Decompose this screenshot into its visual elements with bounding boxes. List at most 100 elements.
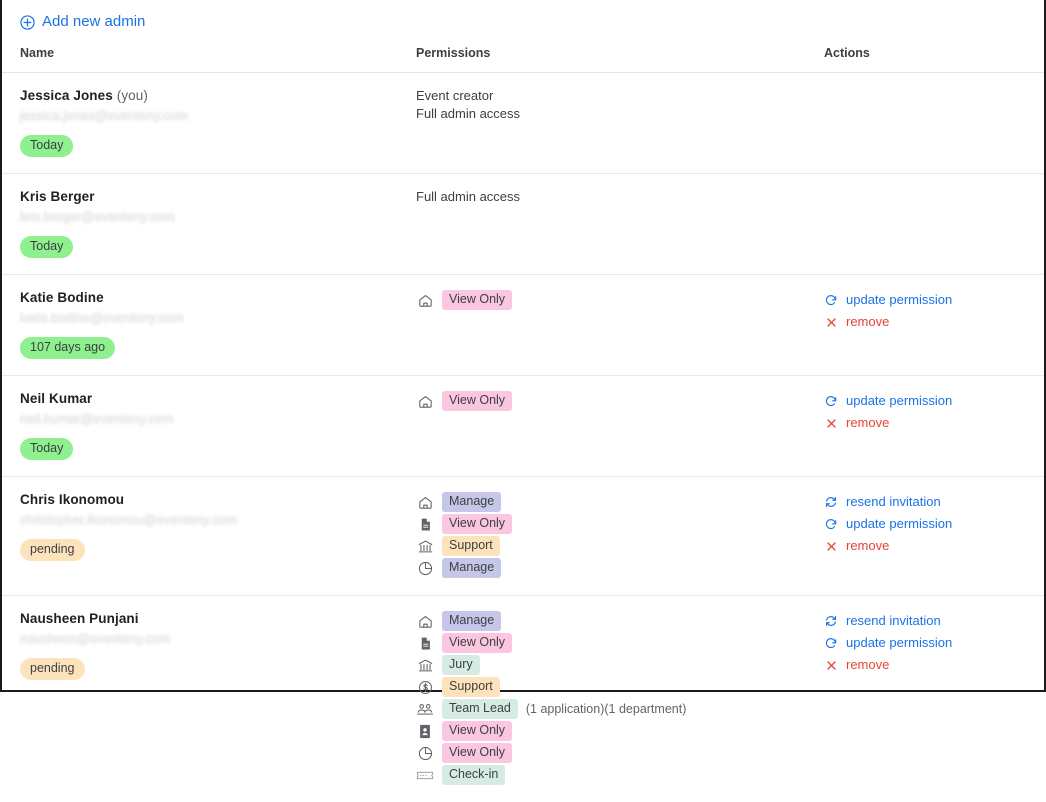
- close-x-icon: [824, 539, 838, 553]
- person-email: christopher.ikonomou@eventeny.com: [20, 510, 409, 530]
- permission-list: ManageView OnlySupportManage: [416, 491, 818, 579]
- add-new-admin-label: Add new admin: [42, 12, 145, 32]
- cell-actions: resend invitationupdate permission remove: [819, 596, 1044, 802]
- table-header: Name Permissions Actions: [2, 46, 1044, 73]
- person-name-text: Kris Berger: [20, 189, 95, 204]
- permission-badge: Manage: [442, 492, 501, 512]
- permission-text: Full admin access: [416, 188, 818, 206]
- update-permission-action[interactable]: update permission: [824, 513, 1043, 535]
- permission-item: Jury: [416, 654, 818, 676]
- permission-item: Manage: [416, 491, 818, 513]
- update-permission-action[interactable]: update permission: [824, 632, 1043, 654]
- person-email: neil.kumar@eventeny.com: [20, 409, 409, 429]
- permission-badge: View Only: [442, 743, 512, 763]
- person-name: Neil Kumar: [20, 390, 409, 408]
- update-permission-action[interactable]: update permission: [824, 390, 1043, 412]
- permission-item: View Only: [416, 289, 818, 311]
- cell-permissions: Full admin access: [410, 174, 819, 275]
- status-badge: Today: [20, 236, 73, 258]
- permission-badge: Manage: [442, 558, 501, 578]
- person-name-text: Chris Ikonomou: [20, 492, 124, 507]
- cell-name: Chris Ikonomou christopher.ikonomou@event…: [2, 477, 410, 596]
- permission-item: Manage: [416, 610, 818, 632]
- table-body: Jessica Jones (you)jessica.jones@eventen…: [2, 73, 1044, 802]
- status-badge: 107 days ago: [20, 337, 115, 359]
- person-name-suffix: (you): [113, 88, 148, 103]
- status-badge: pending: [20, 658, 85, 680]
- sync-icon: [824, 495, 838, 509]
- refresh-icon: [824, 636, 838, 650]
- action-label: resend invitation: [846, 494, 941, 510]
- permission-note: (1 application)(1 department): [526, 702, 687, 716]
- person-email: nausheen@eventeny.com: [20, 629, 409, 649]
- permission-item: View Only: [416, 632, 818, 654]
- permission-badge: View Only: [442, 721, 512, 741]
- column-header-actions: Actions: [819, 46, 1044, 73]
- permission-item: View Only: [416, 742, 818, 764]
- action-list: update permission remove: [824, 289, 1043, 333]
- permission-item: View Only: [416, 513, 818, 535]
- permission-badge: View Only: [442, 633, 512, 653]
- resend-invitation-action[interactable]: resend invitation: [824, 610, 1043, 632]
- pie-chart-icon: [416, 744, 434, 762]
- permission-item: Support: [416, 535, 818, 557]
- sync-icon: [824, 614, 838, 628]
- table-row: Kris Bergerkris.berger@eventeny.comToday…: [2, 174, 1044, 275]
- update-permission-action[interactable]: update permission: [824, 289, 1043, 311]
- cell-name: Neil Kumarneil.kumar@eventeny.comToday: [2, 376, 410, 477]
- cell-actions: [819, 73, 1044, 174]
- refresh-icon: [824, 517, 838, 531]
- cell-actions: update permission remove: [819, 275, 1044, 376]
- people-icon: [416, 700, 434, 718]
- person-name: Katie Bodine: [20, 289, 409, 307]
- permission-list: ManageView OnlyJurySupportTeam Lead(1 ap…: [416, 610, 818, 786]
- permission-text: Event creator: [416, 87, 818, 105]
- permission-item: Check-in: [416, 764, 818, 786]
- resend-invitation-action[interactable]: resend invitation: [824, 491, 1043, 513]
- add-new-admin-button[interactable]: Add new admin: [18, 10, 147, 34]
- action-label: update permission: [846, 292, 952, 308]
- remove-action[interactable]: remove: [824, 535, 1043, 557]
- cell-permissions: View Only: [410, 275, 819, 376]
- permission-item: Manage: [416, 557, 818, 579]
- permission-badge: Manage: [442, 611, 501, 631]
- home-icon: [416, 392, 434, 410]
- permission-badge: View Only: [442, 290, 512, 310]
- permission-badge: Support: [442, 677, 500, 697]
- bank-icon: [416, 537, 434, 555]
- bank-icon: [416, 656, 434, 674]
- action-list: update permissionremove: [824, 390, 1043, 434]
- remove-action[interactable]: remove: [824, 412, 1043, 434]
- permission-badge: View Only: [442, 514, 512, 534]
- table-row: Katie Bodinekatie.bodine@eventeny.com107…: [2, 275, 1044, 376]
- cell-name: Nausheen Punjaninausheen@eventeny.compen…: [2, 596, 410, 802]
- cell-name: Katie Bodinekatie.bodine@eventeny.com107…: [2, 275, 410, 376]
- ticket-icon: [416, 766, 434, 784]
- cell-permissions: View Only: [410, 376, 819, 477]
- refresh-icon: [824, 394, 838, 408]
- close-x-icon: [824, 416, 838, 430]
- person-email: jessica.jones@eventeny.com: [20, 106, 409, 126]
- status-badge: Today: [20, 135, 73, 157]
- permission-item: Support: [416, 676, 818, 698]
- permission-badge: Support: [442, 536, 500, 556]
- cell-actions: [819, 174, 1044, 275]
- permission-list: View Only: [416, 289, 818, 311]
- action-label: remove: [846, 314, 889, 330]
- cell-name: Kris Bergerkris.berger@eventeny.comToday: [2, 174, 410, 275]
- close-x-icon: [824, 658, 838, 672]
- action-label: update permission: [846, 516, 952, 532]
- home-icon: [416, 493, 434, 511]
- remove-action[interactable]: remove: [824, 654, 1043, 676]
- action-list: resend invitationupdate permission remove: [824, 610, 1043, 676]
- cell-permissions: ManageView OnlySupportManage: [410, 477, 819, 596]
- cell-permissions: Event creatorFull admin access: [410, 73, 819, 174]
- dollar-circle-icon: [416, 678, 434, 696]
- status-badge: pending: [20, 539, 85, 561]
- document-icon: [416, 515, 434, 533]
- column-header-permissions: Permissions: [410, 46, 819, 73]
- remove-action[interactable]: remove: [824, 311, 1043, 333]
- action-label: remove: [846, 657, 889, 673]
- permission-item: Team Lead (1 application)(1 department): [416, 698, 818, 720]
- permission-badge: Team Lead: [442, 699, 518, 719]
